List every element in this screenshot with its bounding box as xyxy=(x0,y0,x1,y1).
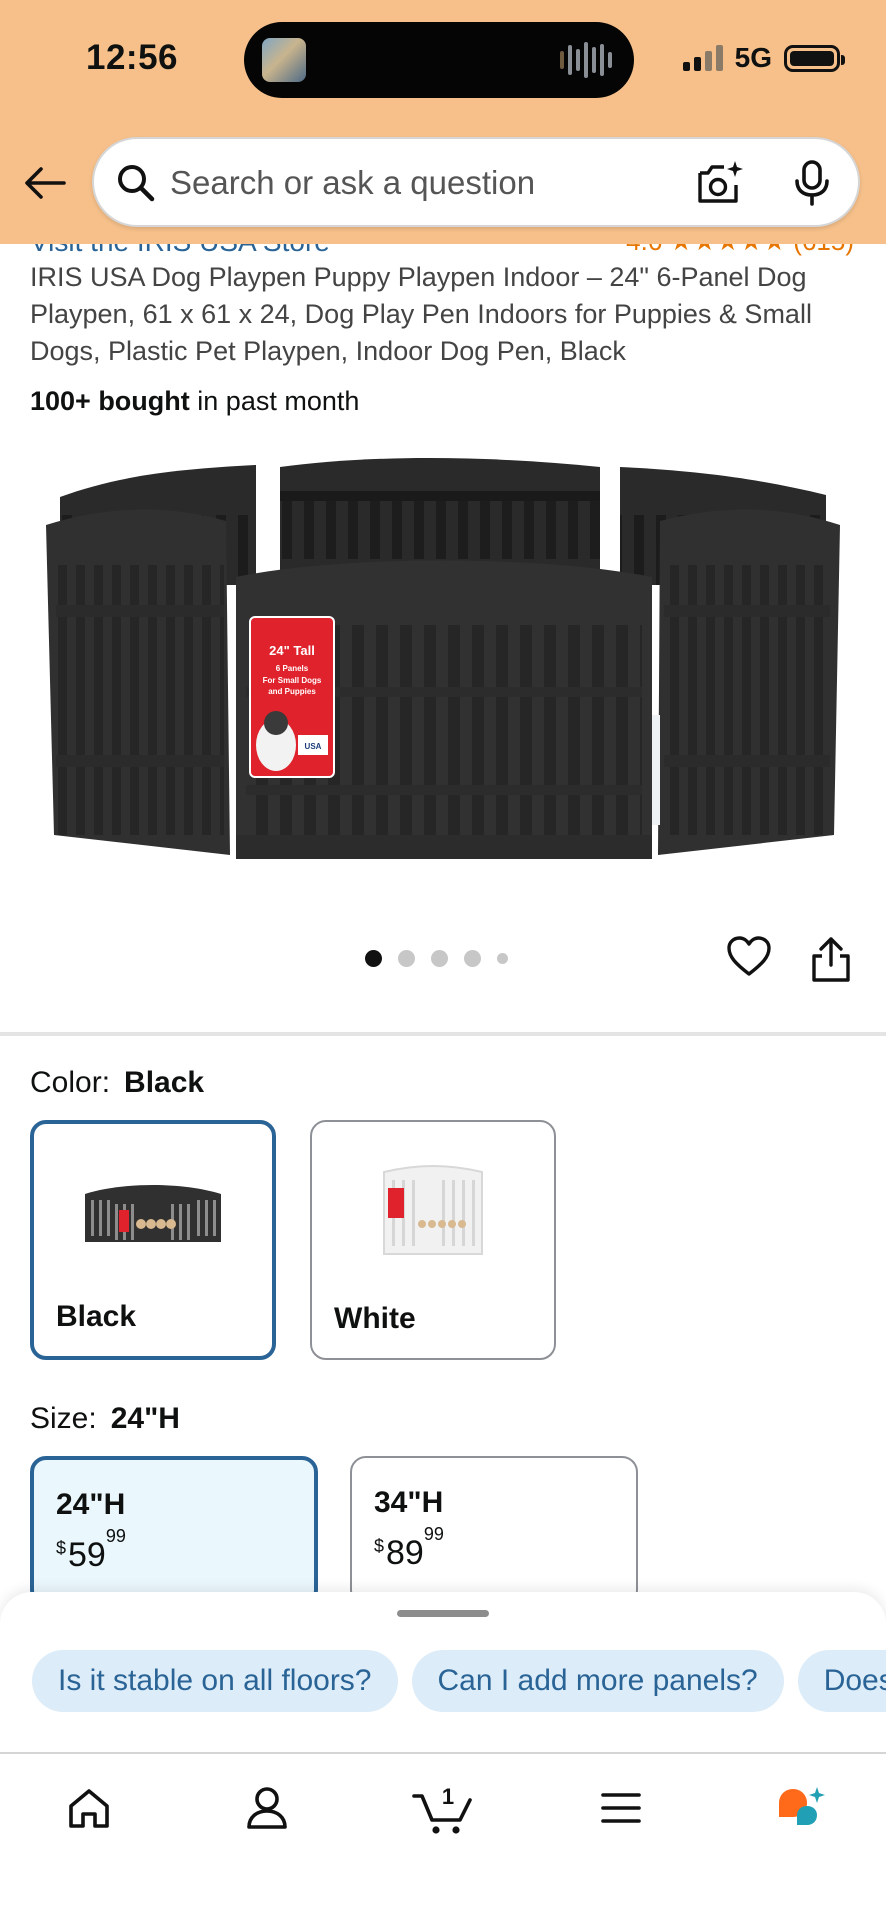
suggested-questions: Is it stable on all floors? Can I add mo… xyxy=(32,1650,886,1712)
tab-menu[interactable] xyxy=(586,1776,656,1840)
product-main-image[interactable]: 24" Tall 6 Panels For Small Dogs and Pup… xyxy=(40,455,846,875)
bottom-tab-bar: 1 xyxy=(0,1752,886,1920)
search-bar[interactable] xyxy=(92,137,860,227)
microphone-icon[interactable] xyxy=(786,157,838,209)
size-option-price: $5999 xyxy=(56,1525,126,1574)
carousel-dot[interactable] xyxy=(431,950,448,967)
dynamic-island[interactable] xyxy=(244,22,634,98)
color-option-white[interactable]: White xyxy=(310,1120,556,1360)
size-option-24h[interactable]: 24"H $5999 xyxy=(30,1456,318,1606)
status-time: 12:56 xyxy=(86,38,179,77)
tab-cart[interactable]: 1 xyxy=(408,1776,478,1840)
product-title: IRIS USA Dog Playpen Puppy Playpen Indoo… xyxy=(30,262,812,366)
audio-wave-icon xyxy=(560,40,612,80)
svg-text:24" Tall: 24" Tall xyxy=(269,643,315,658)
share-icon xyxy=(812,937,850,982)
product-label-badge: 24" Tall 6 Panels For Small Dogs and Pup… xyxy=(249,616,335,778)
now-playing-artwork xyxy=(262,38,306,82)
svg-text:For Small Dogs: For Small Dogs xyxy=(263,676,322,685)
tab-rufus[interactable] xyxy=(766,1776,836,1840)
carousel-dot[interactable] xyxy=(497,953,508,964)
battery-icon xyxy=(784,44,845,72)
carousel-dot[interactable] xyxy=(398,950,415,967)
size-option-name: 24"H xyxy=(56,1488,126,1521)
suggested-question-chip[interactable]: Does it fold flat for storage? xyxy=(797,1650,886,1712)
back-arrow-icon xyxy=(25,167,66,199)
camera-sparkle-icon[interactable] xyxy=(694,157,746,209)
purchase-count: 100+ bought in past month xyxy=(30,386,360,416)
size-option-34h[interactable]: 34"H $8999 xyxy=(350,1456,638,1606)
color-label: Color: Black xyxy=(30,1066,205,1099)
size-option-price: $8999 xyxy=(374,1523,444,1572)
tab-home[interactable] xyxy=(54,1776,124,1840)
top-header: 12:56 5G xyxy=(0,0,886,244)
home-icon xyxy=(69,1789,109,1828)
heart-icon xyxy=(727,936,771,976)
section-divider xyxy=(0,1032,886,1036)
size-label: Size: 24"H xyxy=(30,1402,180,1435)
search-input[interactable] xyxy=(170,159,650,207)
share-button[interactable] xyxy=(808,934,854,984)
add-to-wishlist-button[interactable] xyxy=(726,934,772,980)
color-option-black[interactable]: Black xyxy=(30,1120,276,1360)
menu-icon xyxy=(601,1793,641,1823)
white-playpen-thumbnail xyxy=(383,1165,483,1255)
tab-account[interactable] xyxy=(232,1776,302,1840)
search-icon xyxy=(118,165,155,202)
image-carousel-dots[interactable] xyxy=(365,950,508,967)
back-button[interactable] xyxy=(22,160,68,206)
cellular-signal-icon xyxy=(682,45,723,71)
carousel-dot[interactable] xyxy=(365,950,382,967)
cart-count: 1 xyxy=(442,1784,454,1809)
suggested-question-chip[interactable]: Can I add more panels? xyxy=(411,1650,784,1712)
svg-text:and Puppies: and Puppies xyxy=(268,687,316,696)
rufus-suggestion-sheet[interactable]: Is it stable on all floors? Can I add mo… xyxy=(0,1592,886,1752)
svg-text:USA: USA xyxy=(305,742,322,751)
rufus-assistant-icon xyxy=(779,1787,825,1825)
black-playpen-thumbnail xyxy=(85,1185,221,1242)
color-option-label: White xyxy=(334,1302,416,1335)
size-option-name: 34"H xyxy=(374,1486,444,1519)
account-icon xyxy=(247,1787,287,1829)
carousel-dot[interactable] xyxy=(464,950,481,967)
sheet-drag-handle[interactable] xyxy=(397,1610,489,1617)
suggested-question-chip[interactable]: Is it stable on all floors? xyxy=(32,1650,398,1712)
network-type: 5G xyxy=(734,42,772,73)
status-indicators: 5G xyxy=(682,42,845,74)
svg-text:6 Panels: 6 Panels xyxy=(276,664,309,673)
color-option-label: Black xyxy=(56,1300,137,1333)
cart-icon: 1 xyxy=(412,1784,472,1834)
